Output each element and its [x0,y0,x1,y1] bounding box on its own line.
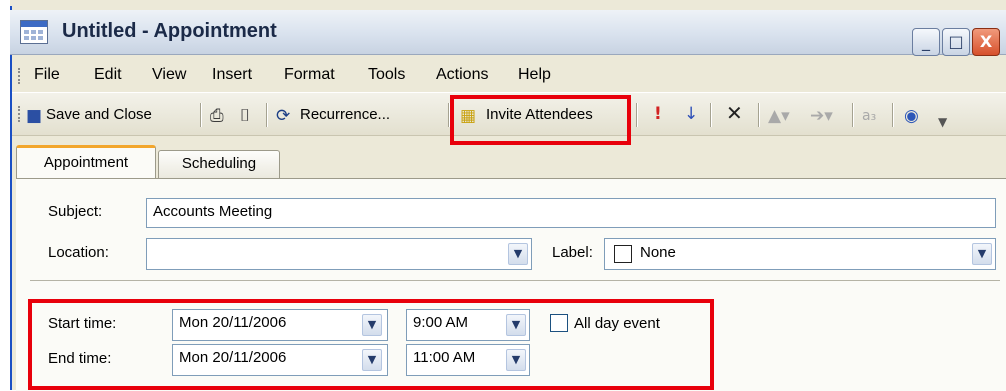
toolbar-separator [852,103,854,127]
toolbar-separator [758,103,760,127]
close-button[interactable]: X [972,28,1000,56]
help-icon[interactable]: ◉ [904,106,919,126]
save-and-close-button[interactable]: Save and Close [46,106,152,123]
importance-high-icon[interactable]: ! [654,104,662,124]
importance-low-icon[interactable]: ↓ [684,104,698,124]
menu-file[interactable]: File [34,66,60,84]
toolbar-separator [710,103,712,127]
label-dropdown-icon[interactable]: ▼ [972,243,992,265]
save-icon: ■ [26,106,43,126]
menu-help[interactable]: Help [518,66,551,84]
location-dropdown-icon[interactable]: ▼ [508,243,528,265]
section-divider [30,280,1000,281]
menu-actions[interactable]: Actions [436,66,488,84]
spelling-icon[interactable]: a₃ [862,106,876,126]
menu-grip-handle[interactable] [18,68,24,84]
location-label: Location: [48,244,109,261]
label-label: Label: [552,244,593,261]
toolbar-grip-handle[interactable] [18,106,24,122]
label-value: None [640,244,676,261]
previous-icon[interactable]: ▲▾ [768,106,790,126]
menu-insert[interactable]: Insert [212,66,252,84]
tab-appointment[interactable]: Appointment [16,145,156,179]
recurrence-button[interactable]: Recurrence... [300,106,390,123]
label-color-swatch [614,245,632,263]
toolbar-separator [266,103,268,127]
menu-edit[interactable]: Edit [94,66,122,84]
delete-icon[interactable]: ✕ [726,103,743,123]
menu-tools[interactable]: Tools [368,66,405,84]
print-icon[interactable]: ⎙ [210,106,224,126]
tab-scheduling[interactable]: Scheduling [158,150,280,178]
toolbar-separator [892,103,894,127]
calendar-icon [20,20,48,44]
maximize-button[interactable]: □ [942,28,970,56]
minimize-button[interactable]: _ [912,28,940,56]
menu-bar: File Edit View Insert Format Tools Actio… [12,62,1006,90]
recurrence-icon: ⟳ [276,106,291,126]
toolbar-separator [636,103,638,127]
menu-format[interactable]: Format [284,66,335,84]
toolbar-separator [200,103,202,127]
attach-icon[interactable]: ⌷ [240,106,250,126]
appointment-window: Untitled - Appointment _ □ X File Edit V… [0,0,1006,391]
datetime-highlight-box [28,299,714,390]
menu-view[interactable]: View [152,66,186,84]
subject-field[interactable]: Accounts Meeting [146,198,996,228]
toolbar-options-icon[interactable]: ▼ [938,112,947,132]
location-field[interactable] [146,238,532,270]
desktop-edge [0,0,10,390]
subject-label: Subject: [48,203,103,220]
invite-highlight-box [450,95,631,145]
window-title: Untitled - Appointment [62,20,277,42]
next-icon[interactable]: ➔▾ [810,106,833,126]
title-bar[interactable]: Untitled - Appointment _ □ X [10,10,1006,56]
